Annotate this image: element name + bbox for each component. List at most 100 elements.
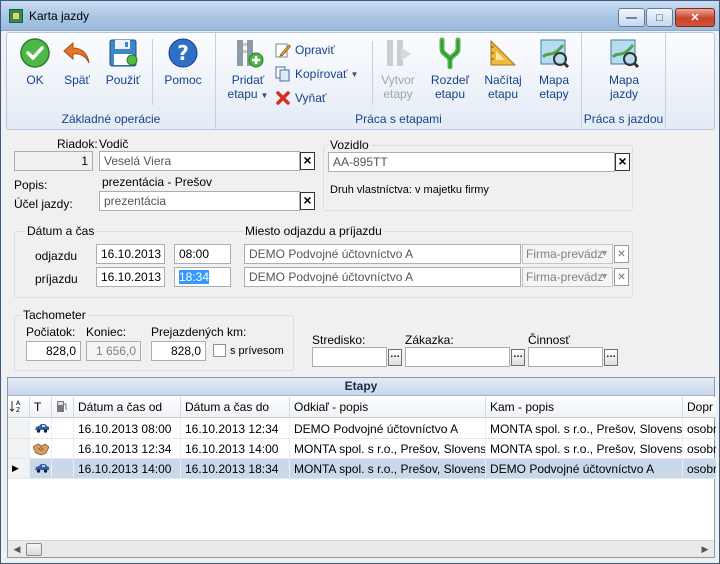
departure-place-type-select[interactable]: Firma-prevádz ▼ [522, 244, 613, 264]
column-header-from-description[interactable]: Odkiaľ - popis [290, 397, 486, 417]
add-stage-icon [232, 37, 264, 69]
close-button[interactable]: ✕ [675, 8, 715, 27]
window-title: Karta jazdy [29, 9, 90, 23]
edit-label: Opraviť [295, 43, 335, 57]
red-x-icon [275, 90, 291, 106]
maximize-button[interactable]: □ [646, 8, 673, 27]
departure-place-field[interactable]: DEMO Podvojné účtovníctvo A [244, 244, 521, 264]
column-header-transport[interactable]: Dopr [683, 397, 716, 417]
remove-button[interactable]: Vyňať [275, 88, 326, 108]
stages-grid-title: Etapy [8, 378, 714, 396]
svg-text:Z: Z [16, 407, 20, 413]
start-km-field[interactable]: 828,0 [26, 341, 81, 361]
driver-field[interactable]: Veselá Viera [99, 151, 300, 171]
start-label: Počiatok: [26, 325, 76, 339]
end-label: Koniec: [86, 325, 127, 339]
to-datetime-cell: 16.10.2013 14:00 [181, 439, 290, 458]
arrival-time-field[interactable]: 18:34 [174, 267, 231, 287]
split-stage-label-2: etapu [434, 87, 466, 101]
departure-time-field[interactable]: 08:00 [174, 244, 231, 264]
map-trip-button[interactable]: Mapa jazdy [602, 37, 646, 101]
table-row[interactable]: 16.10.2013 12:34 16.10.2013 14:00 MONTA … [8, 439, 716, 459]
order-field[interactable] [405, 347, 510, 367]
clear-arrival-place-button[interactable]: × [614, 268, 629, 286]
create-stages-label-1: Vytvor [381, 73, 415, 87]
back-button[interactable]: Späť [59, 37, 95, 87]
save-disk-icon [107, 37, 139, 69]
order-browse-button[interactable]: … [511, 349, 525, 366]
scroll-thumb[interactable] [26, 543, 42, 556]
split-stage-button[interactable]: Rozdeľ etapu [428, 37, 472, 101]
center-field[interactable] [312, 347, 387, 367]
table-row[interactable]: ▶ 16.10.2013 14:00 16.10.2013 18:34 MONT… [8, 459, 716, 479]
map-stages-label-2: etapy [539, 87, 569, 101]
map-icon [538, 37, 570, 69]
scroll-right-icon[interactable]: ▶ [698, 543, 712, 556]
copy-icon [275, 66, 291, 82]
remove-label: Vyňať [295, 91, 327, 105]
to-description-cell: DEMO Podvojné účtovníctvo A [486, 459, 683, 478]
datetime-legend: Dátum a čas [25, 224, 97, 238]
column-header-to-description[interactable]: Kam - popis [486, 397, 683, 417]
load-stage-button[interactable]: Načítaj etapu [481, 37, 525, 101]
trailer-checkbox[interactable] [213, 344, 226, 357]
current-row-arrow-icon: ▶ [8, 459, 30, 478]
create-stages-button[interactable]: Vytvor etapy [378, 37, 418, 101]
to-description-cell: MONTA spol. s r.o., Prešov, Slovensko [486, 439, 683, 458]
create-stages-icon [382, 37, 414, 69]
fuel-pump-icon[interactable] [52, 397, 74, 417]
stages-grid: Etapy AZ T Dátum a čas od Dátum a čas do… [7, 377, 716, 558]
center-browse-button[interactable]: … [388, 349, 402, 366]
row-number-field: 1 [14, 151, 93, 171]
arrival-place-type-select[interactable]: Firma-prevádz ▼ [522, 267, 613, 287]
departure-date-field[interactable]: 16.10.2013 [96, 244, 165, 264]
row-indicator [8, 419, 30, 438]
table-row[interactable]: 16.10.2013 08:00 16.10.2013 12:34 DEMO P… [8, 419, 716, 439]
arrival-date-field[interactable]: 16.10.2013 [96, 267, 165, 287]
arrival-place-field[interactable]: DEMO Podvojné účtovníctvo A [244, 267, 521, 287]
svg-text:?: ? [177, 41, 189, 65]
activity-label: Činnosť [528, 333, 570, 347]
departure-label: odjazdu [35, 249, 78, 263]
clear-vehicle-button[interactable]: × [615, 153, 630, 171]
pencil-icon [275, 42, 292, 58]
column-header-type[interactable]: T [30, 397, 52, 417]
clear-purpose-button[interactable]: × [300, 192, 315, 210]
purpose-label: Účel jazdy: [14, 197, 73, 211]
chevron-down-icon: ▼ [260, 91, 269, 100]
group-label-stages: Práca s etapami [355, 112, 442, 126]
center-label: Stredisko: [312, 333, 366, 347]
ok-button[interactable]: OK [15, 37, 55, 87]
description-value: prezentácia - Prešov [102, 175, 213, 189]
clear-driver-button[interactable]: × [300, 152, 315, 170]
map-stages-label-1: Mapa [538, 73, 570, 87]
back-label: Späť [64, 73, 90, 87]
activity-browse-button[interactable]: … [604, 349, 618, 366]
horizontal-scrollbar[interactable]: ◀ ▶ [8, 540, 714, 557]
from-description-cell: DEMO Podvojné účtovníctvo A [290, 419, 486, 438]
driven-km-field[interactable]: 828,0 [151, 341, 206, 361]
copy-button[interactable]: Kopírovať ▼ [275, 64, 358, 84]
activity-field[interactable] [528, 347, 603, 367]
use-label: Použiť [105, 73, 141, 87]
clear-departure-place-button[interactable]: × [614, 245, 629, 263]
load-stage-label-2: etapu [487, 87, 519, 101]
map-stages-button[interactable]: Mapa etapy [534, 37, 574, 101]
edit-button[interactable]: Opraviť [275, 40, 335, 60]
svg-text:A: A [16, 400, 21, 407]
scroll-left-icon[interactable]: ◀ [10, 543, 24, 556]
help-button[interactable]: ? Pomoc [160, 37, 206, 87]
minimize-button[interactable]: — [618, 8, 645, 27]
ok-label: OK [26, 73, 44, 87]
help-icon: ? [167, 37, 199, 69]
ownership-text: Druh vlastníctva: v majetku firmy [330, 184, 489, 196]
column-header-from-datetime[interactable]: Dátum a čas od [74, 397, 181, 417]
use-button[interactable]: Použiť [101, 37, 145, 87]
purpose-field[interactable]: prezentácia [99, 191, 300, 211]
sort-icon[interactable]: AZ [8, 397, 30, 417]
from-datetime-cell: 16.10.2013 08:00 [74, 419, 181, 438]
ok-icon [19, 37, 51, 69]
add-stage-button[interactable]: Pridať etapu ▼ [224, 37, 272, 103]
column-header-to-datetime[interactable]: Dátum a čas do [181, 397, 290, 417]
vehicle-field[interactable]: AA-895TT [328, 152, 615, 172]
